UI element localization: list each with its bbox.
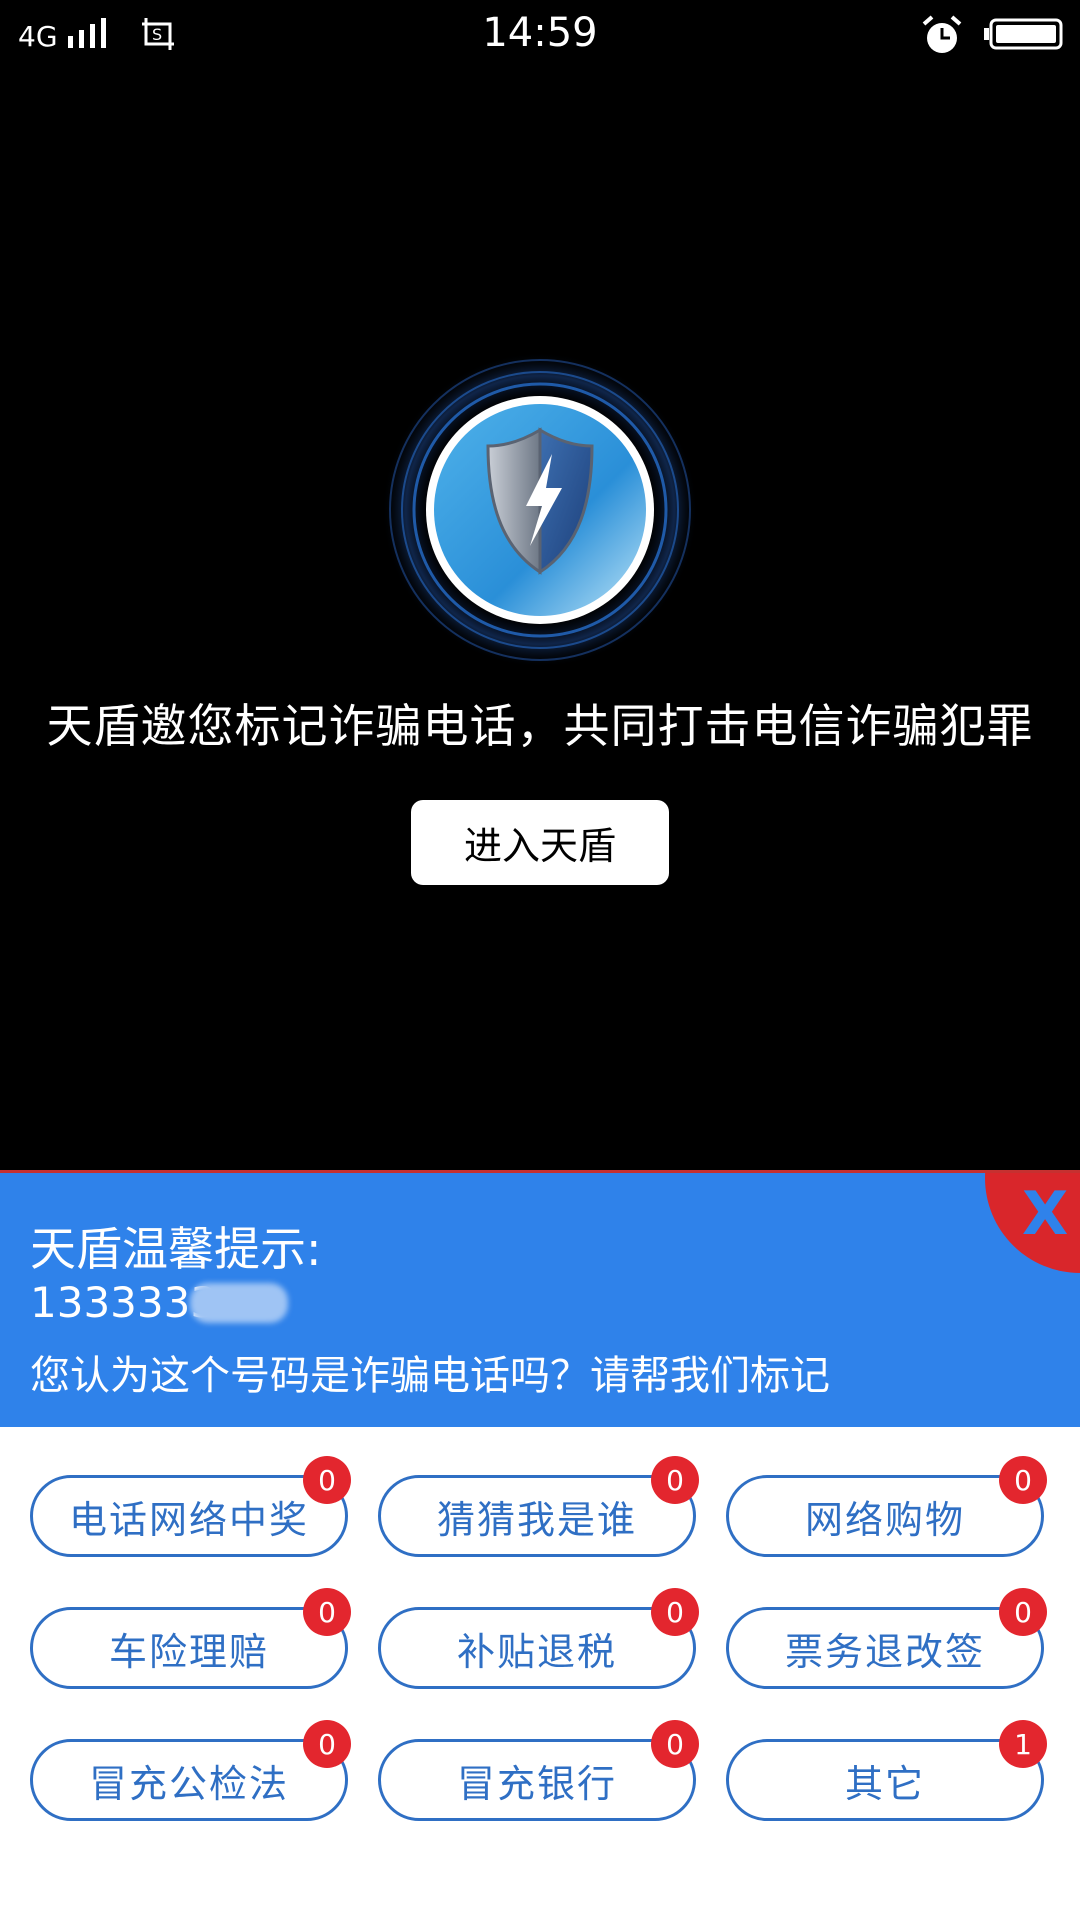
count-badge: 0 [303,1456,351,1504]
option-impersonate-bank[interactable]: 冒充银行 0 [378,1720,699,1821]
option-label: 票务退改签 [784,1629,985,1674]
count-badge: 0 [651,1456,699,1504]
tip-title: 天盾温馨提示: [30,1222,322,1276]
count-badge: 0 [303,1588,351,1636]
option-label: 网络购物 [804,1497,965,1542]
option-other[interactable]: 其它 1 [726,1720,1047,1821]
option-car-insurance[interactable]: 车险理赔 0 [30,1588,351,1689]
option-ticket-refund[interactable]: 票务退改签 0 [726,1588,1047,1689]
option-label: 冒充银行 [456,1761,617,1806]
option-label: 补贴退税 [456,1629,617,1674]
option-label: 其它 [844,1761,925,1806]
count-badge: 0 [651,1588,699,1636]
option-label: 车险理赔 [108,1629,269,1674]
enter-tiandun-button[interactable]: 进入天盾 [411,800,669,885]
count-badge: 0 [999,1588,1047,1636]
status-bar: 4G S 14:59 [0,0,1080,70]
option-subsidy-tax-refund[interactable]: 补贴退税 0 [378,1588,699,1689]
tip-panel: 天盾温馨提示: 1333333 您认为这个号码是诈骗电话吗？请帮我们标记 X [0,1170,1080,1430]
invite-message: 天盾邀您标记诈骗电话，共同打击电信诈骗犯罪 [46,699,1034,753]
count-badge: 0 [651,1720,699,1768]
alarm-icon [922,15,962,53]
option-guess-who[interactable]: 猜猜我是谁 0 [378,1456,699,1557]
battery-icon [984,18,1063,50]
phone-number: 1333333 [30,1278,218,1327]
clock: 14:59 [482,10,598,56]
tip-question: 您认为这个号码是诈骗电话吗？请帮我们标记 [30,1353,830,1399]
option-impersonate-police[interactable]: 冒充公检法 0 [30,1720,351,1821]
option-label: 冒充公检法 [88,1761,289,1806]
option-label: 电话网络中奖 [68,1497,309,1542]
fraud-category-grid: 电话网络中奖 0 猜猜我是谁 0 网络购物 0 车险理赔 0 补贴退税 0 票务… [0,1427,1080,1920]
count-badge: 0 [999,1456,1047,1504]
close-icon[interactable]: X [1022,1179,1068,1249]
count-badge: 0 [303,1720,351,1768]
shield-logo-icon [382,352,698,668]
option-label: 猜猜我是谁 [436,1497,637,1542]
count-badge: 1 [999,1720,1047,1768]
redacted-digits [190,1283,288,1323]
option-online-shopping[interactable]: 网络购物 0 [726,1456,1047,1557]
option-phone-network-prize[interactable]: 电话网络中奖 0 [30,1456,351,1557]
